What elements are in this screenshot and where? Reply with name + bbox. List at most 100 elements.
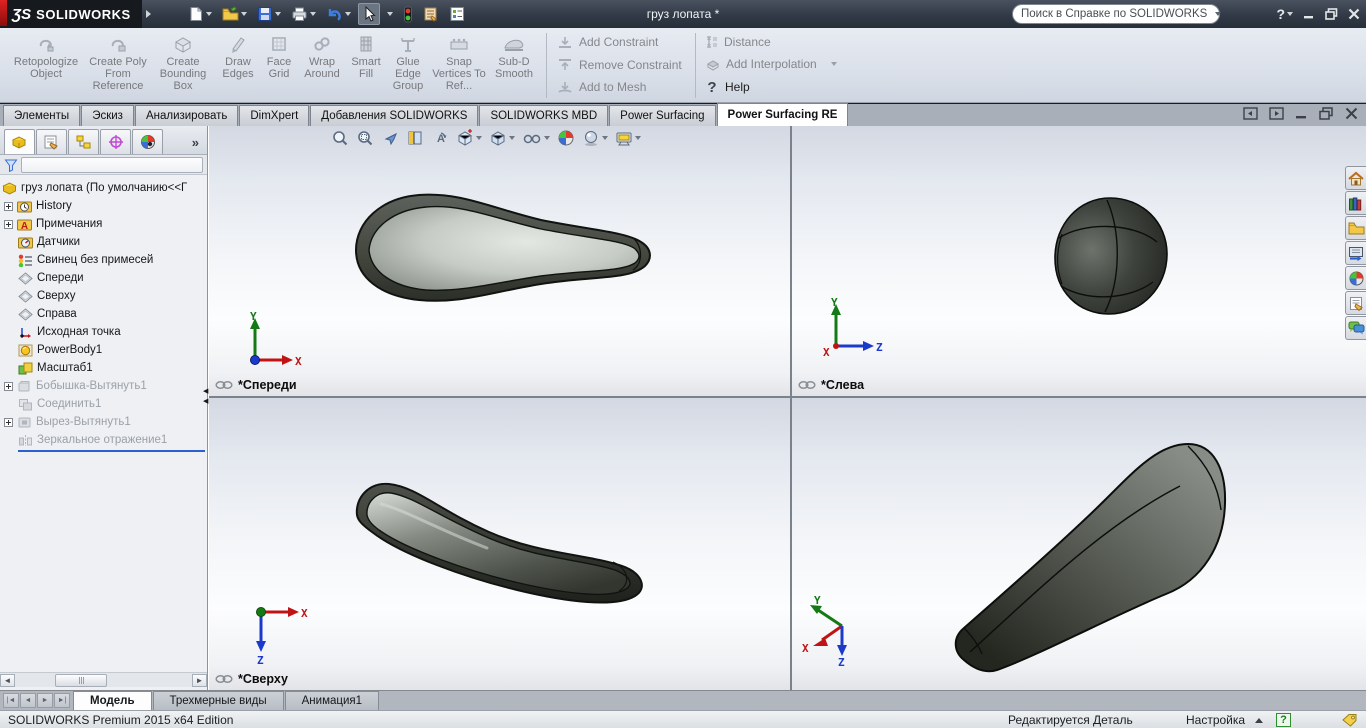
first-tab-button[interactable]: |◄: [3, 693, 19, 708]
appearances-tab[interactable]: [1345, 266, 1366, 290]
tree-item-combine[interactable]: Соединить1: [2, 395, 207, 413]
face-grid-button[interactable]: Face Grid: [260, 31, 298, 100]
tab-elements[interactable]: Элементы: [3, 105, 80, 126]
tag-icon[interactable]: [1342, 713, 1358, 727]
tab-evaluate[interactable]: Анализировать: [135, 105, 238, 126]
select-dropdown[interactable]: [384, 10, 396, 18]
rollback-bar[interactable]: [18, 450, 205, 452]
add-interpolation-button[interactable]: Add Interpolation: [706, 57, 848, 71]
model-left-view[interactable]: [1047, 192, 1177, 322]
viewport-top[interactable]: X Z *Сверху: [209, 398, 790, 690]
tab-addins[interactable]: Добавления SOLIDWORKS: [310, 105, 478, 126]
draw-edges-button[interactable]: Draw Edges: [216, 31, 260, 100]
undo-button[interactable]: [323, 4, 354, 24]
sub-d-smooth-button[interactable]: Sub-D Smooth: [488, 31, 540, 100]
ribbon-help-button[interactable]: ? Help: [706, 79, 848, 94]
tree-item-origin[interactable]: Исходная точка: [2, 323, 207, 341]
tree-item-mirror[interactable]: Зеркальное отражение1: [2, 431, 207, 449]
configuration-manager-tab[interactable]: [68, 129, 99, 154]
print-button[interactable]: [288, 4, 319, 24]
scroll-left-arrow[interactable]: ◄: [0, 674, 15, 687]
tab-sketch[interactable]: Эскиз: [81, 105, 134, 126]
search-input[interactable]: Поиск в Справке по SOLIDWORKS: [1021, 8, 1207, 20]
tab-power-surfacing-re[interactable]: Power Surfacing RE: [717, 103, 849, 126]
undo-dropdown-arrow[interactable]: [345, 12, 351, 16]
minimize-button[interactable]: [1303, 8, 1315, 20]
properties-button[interactable]: [420, 4, 442, 24]
tree-item-material[interactable]: Свинец без примесей: [2, 251, 207, 269]
tab-dimxpert[interactable]: DimXpert: [239, 105, 309, 126]
doc-minimize-button[interactable]: [1295, 107, 1308, 120]
resources-home-tab[interactable]: [1345, 166, 1366, 190]
add-constraint-button[interactable]: Add Constraint: [557, 35, 685, 49]
viewport-left[interactable]: Y Z X *Слева: [792, 126, 1366, 396]
close-button[interactable]: [1348, 8, 1360, 20]
doc-prev-pane-icon[interactable]: [1243, 107, 1258, 120]
restore-button[interactable]: [1325, 8, 1338, 20]
wrap-around-button[interactable]: Wrap Around: [298, 31, 346, 100]
panel-expand-chevron[interactable]: »: [192, 135, 205, 154]
retopologize-object-button[interactable]: Retopologize Object: [6, 31, 86, 100]
next-tab-button[interactable]: ►: [37, 693, 53, 708]
tree-horizontal-scrollbar[interactable]: ◄ ►: [0, 672, 207, 687]
expand-toggle[interactable]: [4, 202, 13, 211]
help-button[interactable]: ?: [1276, 6, 1293, 22]
settings-up-arrow[interactable]: [1255, 718, 1263, 723]
tree-item-annotations[interactable]: A Примечания: [2, 215, 207, 233]
prev-tab-button[interactable]: ◄: [20, 693, 36, 708]
display-style-icon[interactable]: [489, 129, 515, 147]
open-dropdown-arrow[interactable]: [241, 12, 247, 16]
forum-tab[interactable]: [1345, 316, 1366, 340]
viewport-front[interactable]: A: [209, 126, 790, 396]
hide-show-items-icon[interactable]: [522, 129, 550, 147]
tab-power-surfacing[interactable]: Power Surfacing: [609, 105, 715, 126]
doc-close-button[interactable]: [1345, 107, 1358, 120]
file-explorer-tab[interactable]: [1345, 216, 1366, 240]
search-box[interactable]: ? Поиск в Справке по SOLIDWORKS: [1012, 4, 1220, 24]
model-iso-view[interactable]: [942, 428, 1232, 676]
expand-toggle[interactable]: [4, 220, 13, 229]
add-interpolation-dropdown[interactable]: [831, 62, 837, 66]
new-document-button[interactable]: [185, 4, 215, 24]
quick-tips-button[interactable]: ?: [1276, 713, 1291, 727]
featuremanager-tree-tab[interactable]: [4, 129, 35, 154]
tree-item-sensors[interactable]: Датчики: [2, 233, 207, 251]
previous-view-icon[interactable]: [381, 129, 399, 147]
tree-item-powerbody[interactable]: PowerBody1: [2, 341, 207, 359]
scroll-right-arrow[interactable]: ►: [192, 674, 207, 687]
custom-properties-tab[interactable]: [1345, 291, 1366, 315]
settings-label[interactable]: Настройка: [1186, 713, 1245, 727]
create-poly-from-reference-button[interactable]: Create Poly From Reference: [86, 31, 150, 100]
tab-mbd[interactable]: SOLIDWORKS MBD: [479, 105, 608, 126]
annotation-views-icon[interactable]: A: [431, 129, 449, 147]
glue-edge-group-button[interactable]: Glue Edge Group: [386, 31, 430, 100]
zoom-to-area-icon[interactable]: [356, 129, 374, 147]
create-bounding-box-button[interactable]: Create Bounding Box: [150, 31, 216, 100]
tree-item-right-plane[interactable]: Справа: [2, 305, 207, 323]
tab-3d-views[interactable]: Трехмерные виды: [153, 691, 284, 710]
save-button[interactable]: [254, 4, 284, 24]
tree-item-top-plane[interactable]: Сверху: [2, 287, 207, 305]
save-dropdown-arrow[interactable]: [275, 12, 281, 16]
scroll-thumb[interactable]: [55, 674, 107, 687]
snap-vertices-button[interactable]: Snap Vertices To Ref...: [430, 31, 488, 100]
display-manager-tab[interactable]: [132, 129, 163, 154]
distance-button[interactable]: Distance: [706, 35, 848, 49]
tab-animation[interactable]: Анимация1: [285, 691, 379, 710]
section-view-icon[interactable]: [406, 129, 424, 147]
last-tab-button[interactable]: ►|: [54, 693, 70, 708]
print-dropdown-arrow[interactable]: [310, 12, 316, 16]
open-button[interactable]: [219, 4, 250, 24]
search-dropdown-arrow[interactable]: [1215, 12, 1221, 16]
tree-item-history[interactable]: History: [2, 197, 207, 215]
design-library-tab[interactable]: [1345, 191, 1366, 215]
view-settings-icon[interactable]: [582, 129, 608, 147]
help-dropdown-arrow[interactable]: [1287, 12, 1293, 16]
panel-splitter[interactable]: ◀◀: [203, 388, 211, 405]
view-palette-tab[interactable]: [1345, 241, 1366, 265]
view-orientation-icon[interactable]: [456, 129, 482, 147]
doc-restore-button[interactable]: [1319, 107, 1334, 120]
tab-model[interactable]: Модель: [73, 691, 152, 710]
camera-icon[interactable]: [615, 129, 641, 147]
remove-constraint-button[interactable]: Remove Constraint: [557, 58, 685, 72]
